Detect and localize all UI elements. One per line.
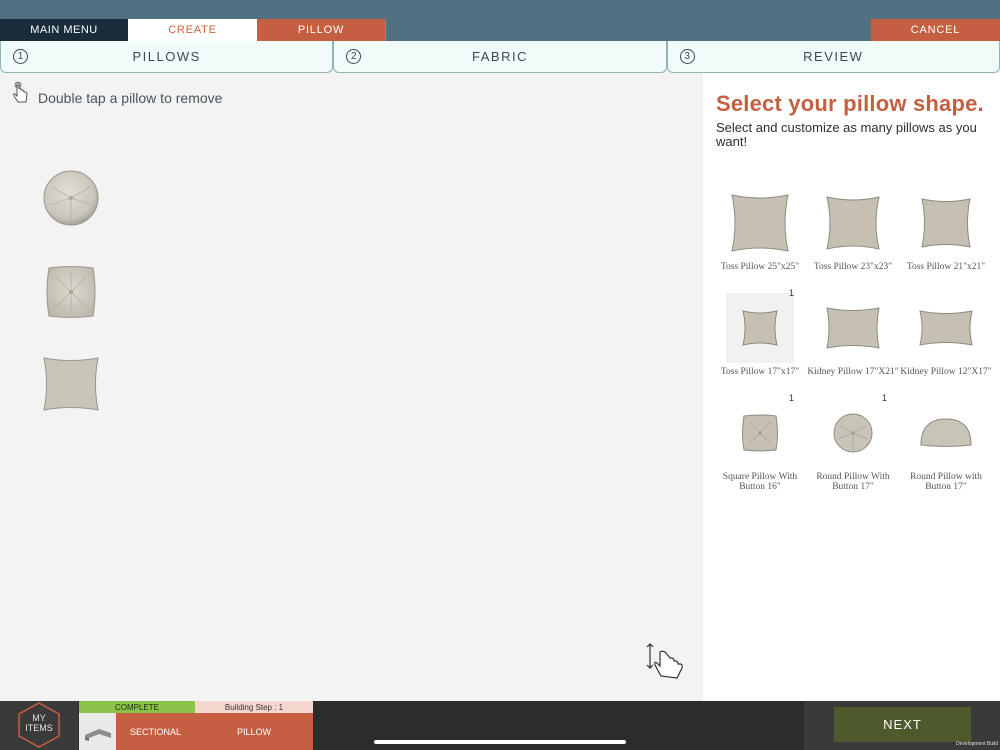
home-indicator <box>374 740 626 744</box>
shape-label: Toss Pillow 23"x23" <box>813 262 893 272</box>
step-label: FABRIC <box>472 49 528 64</box>
dev-build-label: Development Build <box>956 741 998 747</box>
shape-toss-25[interactable]: Toss Pillow 25"x25" <box>714 188 806 272</box>
next-button[interactable]: NEXT <box>834 707 971 742</box>
panel-subtitle: Select and customize as many pillows as … <box>716 120 977 149</box>
shape-count: 1 <box>788 288 794 298</box>
shape-round-button-17[interactable]: 1 Round Pillow With Button 17" <box>807 393 899 492</box>
step-number: 1 <box>13 49 28 64</box>
placed-toss-pillow[interactable] <box>42 355 100 418</box>
shape-label: Round Pillow With Button 17" <box>816 472 890 492</box>
placed-square-tufted-pillow[interactable] <box>43 264 99 325</box>
tap-hand-icon <box>13 81 28 103</box>
step-tabs: 1 PILLOWS 2 FABRIC 3 REVIEW <box>0 41 1000 73</box>
shape-label: Toss Pillow 17"x17" <box>720 367 800 377</box>
shape-toss-23[interactable]: Toss Pillow 23"x23" <box>807 188 899 272</box>
shape-label: Kidney Pillow 17"X21" <box>807 367 899 377</box>
shape-label: Square Pillow With Button 16" <box>722 472 798 492</box>
step-label: PILLOWS <box>132 49 201 64</box>
main-menu-tab[interactable]: MAIN MENU <box>0 19 128 41</box>
shape-label: Toss Pillow 21"x21" <box>906 262 986 272</box>
step-number: 3 <box>679 49 695 64</box>
shape-half-round-button-17[interactable]: Round Pillow with Button 17" <box>900 398 992 492</box>
shape-label: Kidney Pillow 12"X17" <box>900 367 992 377</box>
my-items-label: MY ITEMS <box>25 713 53 733</box>
remove-hint: Double tap a pillow to remove <box>12 80 222 106</box>
shape-toss-17[interactable]: 1 Toss Pillow 17"x17" <box>714 288 806 377</box>
sectional-step[interactable]: SECTIONAL <box>116 713 195 750</box>
step-label: REVIEW <box>803 49 864 64</box>
step-pillows[interactable]: 1 PILLOWS <box>0 41 334 73</box>
shape-kidney-12x17[interactable]: Kidney Pillow 12"X17" <box>900 293 992 377</box>
shape-label: Toss Pillow 25"x25" <box>720 262 800 272</box>
shape-kidney-17x21[interactable]: Kidney Pillow 17"X21" <box>807 293 899 377</box>
hint-text: Double tap a pillow to remove <box>38 90 223 106</box>
step-number: 2 <box>346 49 362 64</box>
complete-status: COMPLETE <box>79 701 195 713</box>
shape-count: 1 <box>788 393 794 403</box>
pillow-step[interactable]: PILLOW <box>195 713 313 750</box>
create-tab[interactable]: CREATE <box>128 19 257 41</box>
sectional-thumbnail[interactable] <box>79 713 116 750</box>
cancel-button[interactable]: CANCEL <box>870 19 1000 41</box>
shape-panel: Select your pillow shape. Select and cus… <box>703 73 1000 701</box>
panel-title: Select your pillow shape. <box>716 91 984 116</box>
shape-toss-21[interactable]: Toss Pillow 21"x21" <box>900 188 992 272</box>
pillow-tab[interactable]: PILLOW <box>257 19 386 41</box>
shape-square-button-16[interactable]: 1 Square Pillow With Button 16" <box>714 393 806 492</box>
drag-hand-icon[interactable] <box>644 642 688 682</box>
step-fabric[interactable]: 2 FABRIC <box>333 41 667 73</box>
shape-label: Round Pillow with Button 17" <box>910 472 982 492</box>
shape-count: 1 <box>881 393 887 403</box>
building-step-status: Building Step : 1 <box>195 701 313 713</box>
step-review[interactable]: 3 REVIEW <box>666 41 1000 73</box>
placed-round-pillow[interactable] <box>42 169 100 232</box>
